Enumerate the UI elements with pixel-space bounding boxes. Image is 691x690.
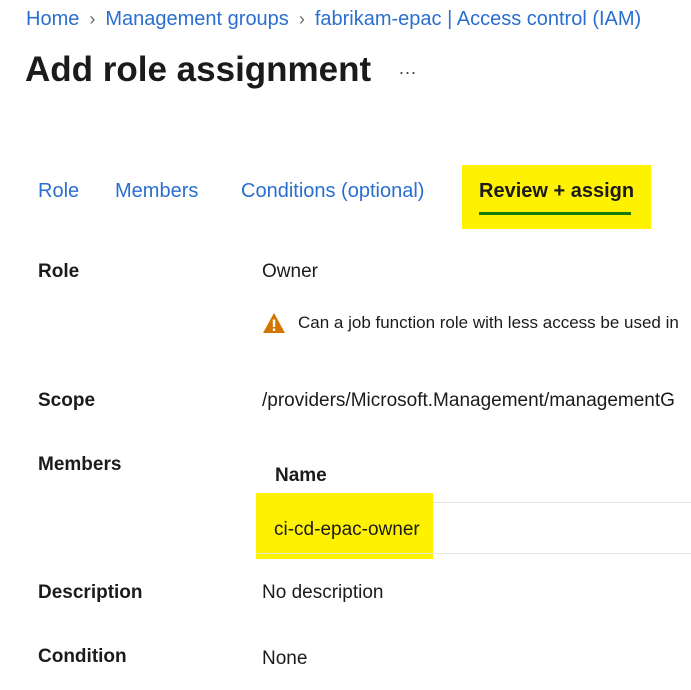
role-warning-text: Can a job function role with less access… [298, 313, 679, 332]
breadcrumb-management-groups[interactable]: Management groups [105, 8, 288, 31]
tab-members[interactable]: Members [115, 180, 198, 203]
divider [258, 553, 691, 554]
page-title: Add role assignment [25, 50, 372, 89]
role-value: Owner [262, 261, 318, 282]
add-role-assignment-page: Home › Management groups › fabrikam-epac… [0, 0, 691, 690]
table-row: ci-cd-epac-owner [274, 519, 420, 540]
members-table-header-name: Name [275, 465, 327, 486]
breadcrumb-home[interactable]: Home [26, 8, 79, 31]
breadcrumb-iam[interactable]: fabrikam-epac | Access control (IAM) [315, 8, 641, 31]
description-value: No description [262, 582, 384, 603]
scope-value: /providers/Microsoft.Management/manageme… [262, 390, 675, 411]
chevron-right-icon: › [89, 9, 96, 29]
role-label: Role [38, 261, 80, 282]
members-label: Members [38, 454, 122, 475]
tab-role[interactable]: Role [38, 180, 79, 203]
breadcrumb: Home › Management groups › fabrikam-epac… [26, 8, 641, 31]
condition-value: None [262, 648, 308, 669]
condition-label: Condition [38, 646, 127, 667]
active-tab-underline [479, 212, 631, 215]
scope-label: Scope [38, 390, 96, 411]
role-warning: Can a job function role with less access… [262, 312, 679, 334]
tab-conditions[interactable]: Conditions (optional) [241, 180, 424, 203]
description-label: Description [38, 582, 143, 603]
tab-review-assign[interactable]: Review + assign [479, 180, 634, 203]
warning-icon [263, 313, 285, 333]
chevron-right-icon: › [298, 9, 305, 29]
more-options-icon[interactable]: ... [399, 58, 417, 79]
